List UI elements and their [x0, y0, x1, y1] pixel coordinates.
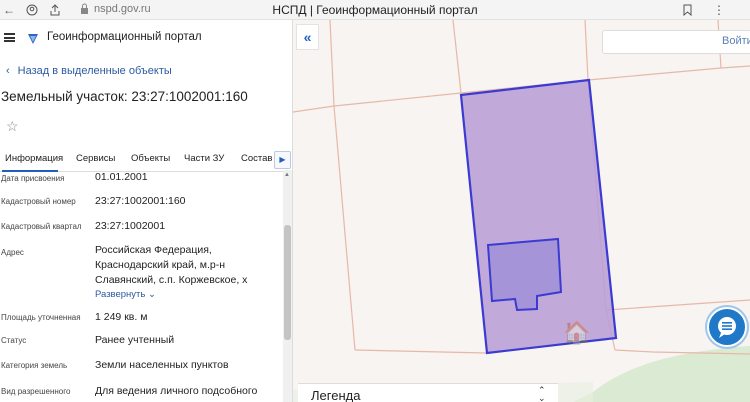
tab-services[interactable]: Сервисы [76, 153, 115, 164]
expand-label: Развернуть [95, 289, 146, 300]
field-label-land-category: Категория земель [1, 361, 68, 370]
field-value-area: 1 249 кв. м [95, 311, 148, 323]
back-to-selection-link[interactable]: ‹ Назад в выделенные объекты [6, 65, 172, 77]
field-value-cadastral-number: 23:27:1002001:160 [95, 195, 186, 207]
selected-parcel-polygon [459, 78, 618, 355]
tab-parcel-parts[interactable]: Части ЗУ [184, 153, 224, 164]
collapse-panel-button[interactable]: « [296, 24, 319, 50]
legend-expand-icon[interactable]: ⌃ ⌄ [538, 386, 546, 402]
back-arrow-icon[interactable]: ← [3, 1, 15, 19]
tab-composition[interactable]: Состав [241, 153, 272, 164]
scroll-up-arrow-icon[interactable]: ▲ [284, 172, 290, 178]
more-menu-icon[interactable]: ⋮ [713, 1, 725, 19]
address-bar-url[interactable]: nspd.gov.ru [94, 3, 151, 15]
field-value-address-line-3: Славянский, с.п. Коржевское, х [95, 274, 248, 286]
legend-bar[interactable]: Легенда ⌃ ⌄ [298, 383, 558, 402]
share-icon[interactable] [50, 1, 60, 21]
field-value-address-line-2: Краснодарский край, м.р-н [95, 259, 225, 271]
chat-support-button[interactable] [707, 307, 747, 347]
panel-scrollbar[interactable]: ▲ [283, 170, 292, 402]
menu-icon[interactable] [4, 33, 15, 42]
field-value-permitted-use: Для ведения личного подсобного [95, 385, 258, 397]
login-button[interactable]: Войти [722, 35, 750, 47]
favorite-star-icon[interactable]: ☆ [6, 118, 19, 135]
field-label-permitted-use: Вид разрешенного [1, 387, 71, 396]
tab-bar: Информация Сервисы Объекты Части ЗУ Сост… [0, 150, 292, 172]
tab-information[interactable]: Информация [5, 153, 63, 164]
field-value-address-line-1: Российская Федерация, [95, 244, 212, 256]
chat-icon [718, 317, 736, 338]
field-label-cadastral-quarter: Кадастровый квартал [1, 222, 82, 231]
field-label-cadastral-number: Кадастровый номер [1, 197, 76, 206]
app-root: ← nspd.gov.ru НСПД | Геоинформационный п… [0, 0, 750, 402]
map-canvas[interactable]: 🏠 [293, 20, 750, 402]
legend-label: Легенда [311, 388, 361, 402]
tabs-scroll-right-button[interactable]: ▶ [274, 151, 291, 169]
attribute-list: Дата присвоения 01.01.2001 Кадастровый н… [0, 170, 282, 402]
map-watermark: 🏠 [563, 320, 590, 345]
portal-logo-icon [28, 34, 38, 44]
portal-title: Геоинформационный портал [47, 31, 202, 43]
chevron-down-icon: ⌄ [148, 289, 156, 300]
bookmark-icon[interactable] [683, 1, 692, 21]
field-value-status: Ранее учтенный [95, 334, 175, 346]
cadastral-map: 🏠 [293, 20, 750, 402]
back-link-label: Назад в выделенные объекты [17, 65, 172, 77]
tab-objects[interactable]: Объекты [131, 153, 170, 164]
scrollbar-thumb[interactable] [284, 225, 291, 340]
field-value-cadastral-quarter: 23:27:1002001 [95, 220, 166, 232]
page-title: Земельный участок: 23:27:1002001:160 [1, 89, 248, 104]
field-label-assignment-date: Дата присвоения [1, 174, 65, 183]
field-label-area: Площадь уточненная [1, 313, 81, 322]
lock-icon [81, 3, 88, 14]
field-value-assignment-date: 01.01.2001 [95, 171, 148, 183]
field-label-status: Статус [1, 336, 27, 345]
browser-toolbar: ← nspd.gov.ru НСПД | Геоинформационный п… [0, 0, 750, 20]
account-icon[interactable] [26, 1, 38, 21]
field-value-land-category: Земли населенных пунктов [95, 359, 229, 371]
chevron-left-icon: ‹ [6, 65, 10, 77]
expand-address-link[interactable]: Развернуть ⌄ [95, 289, 156, 300]
info-panel: Геоинформационный портал ‹ Назад в выделе… [0, 20, 293, 402]
field-label-address: Адрес [1, 248, 24, 257]
